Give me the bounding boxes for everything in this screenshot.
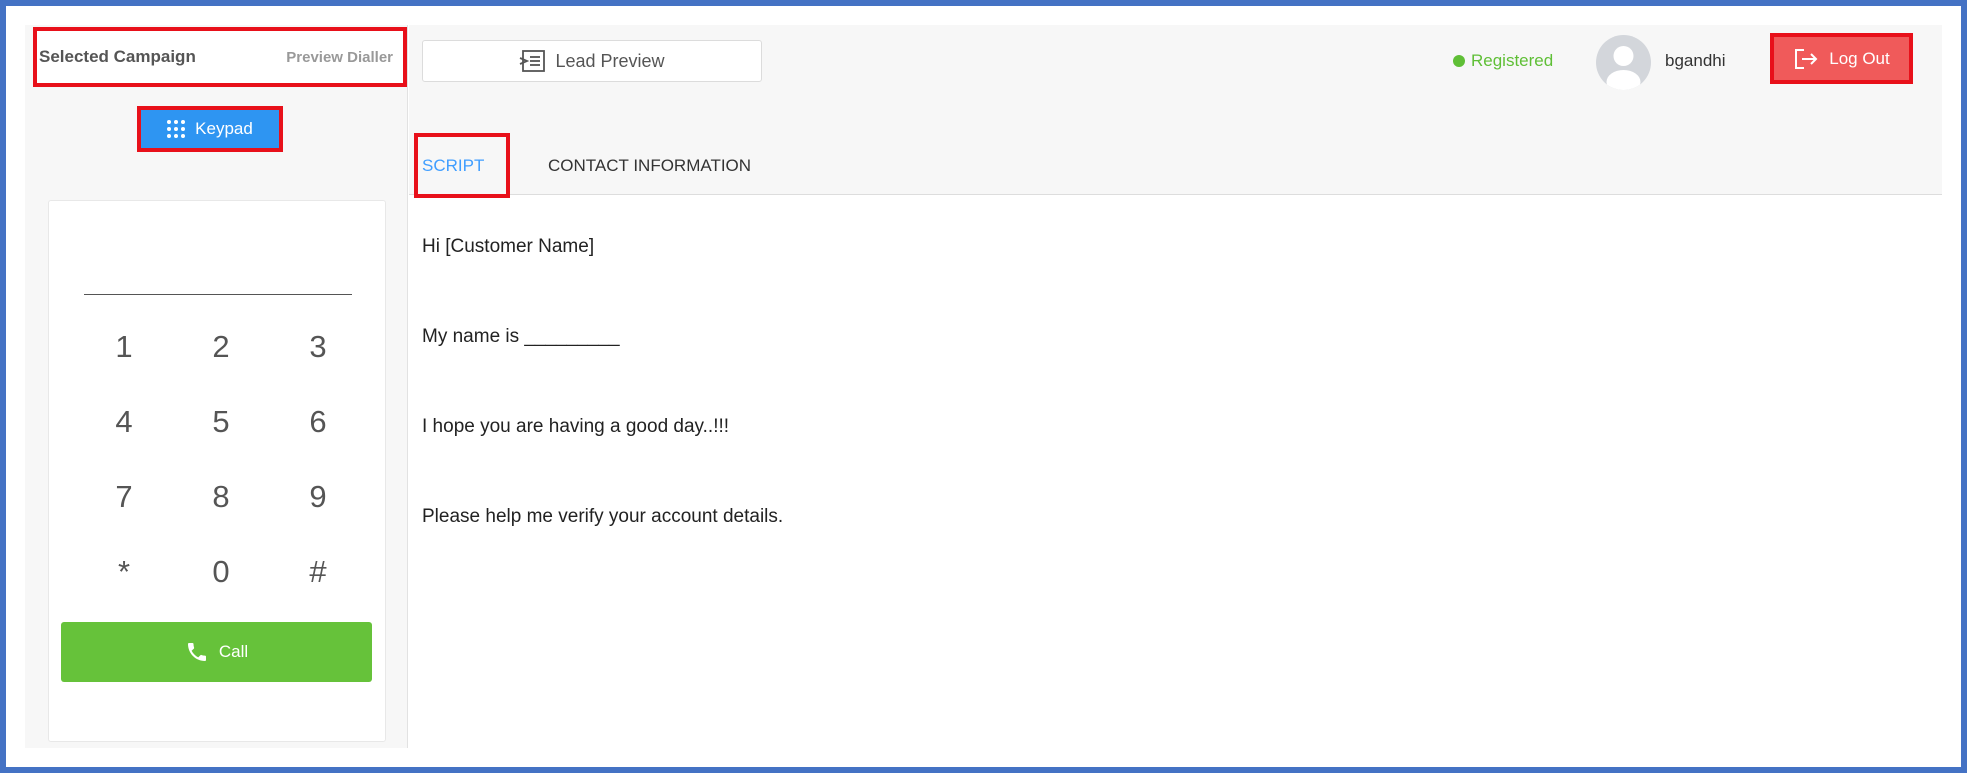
tab-script[interactable]: SCRIPT xyxy=(414,133,510,198)
dial-key-3[interactable]: 3 xyxy=(270,329,366,365)
registration-status: Registered xyxy=(1453,51,1553,71)
dial-key-9[interactable]: 9 xyxy=(270,479,366,515)
call-button[interactable]: Call xyxy=(61,622,372,682)
dial-row: 4 5 6 xyxy=(76,384,366,459)
script-line: Hi [Customer Name] xyxy=(422,236,595,257)
top-bar: Lead Preview Registered bgandhi Log Out … xyxy=(409,25,1942,198)
selected-campaign-panel[interactable]: Selected Campaign Preview Dialler xyxy=(33,27,407,87)
campaign-mode: Preview Dialler xyxy=(286,48,393,66)
phone-icon xyxy=(187,643,206,661)
logout-label: Log Out xyxy=(1829,48,1890,68)
script-line: I hope you are having a good day..!!! xyxy=(422,416,730,437)
lead-preview-button[interactable]: Lead Preview xyxy=(422,40,762,82)
dial-row: 1 2 3 xyxy=(76,309,366,384)
dial-key-hash[interactable]: # xyxy=(270,554,366,590)
dial-key-8[interactable]: 8 xyxy=(173,479,269,515)
username: bgandhi xyxy=(1665,51,1726,70)
dial-row: * 0 # xyxy=(76,534,366,609)
script-line: Please help me verify your account detai… xyxy=(422,506,784,527)
avatar[interactable] xyxy=(1596,35,1651,90)
dial-key-1[interactable]: 1 xyxy=(76,329,172,365)
script-content: Hi [Customer Name] My name is _________ … xyxy=(422,235,783,595)
campaign-title: Selected Campaign xyxy=(39,47,196,66)
dial-keys: 1 2 3 4 5 6 7 8 9 * 0 # xyxy=(76,309,366,609)
dial-key-6[interactable]: 6 xyxy=(270,404,366,440)
dial-key-0[interactable]: 0 xyxy=(173,554,269,590)
dial-key-4[interactable]: 4 xyxy=(76,404,172,440)
dial-row: 7 8 9 xyxy=(76,459,366,534)
logout-icon xyxy=(1795,48,1818,69)
logout-button[interactable]: Log Out xyxy=(1770,33,1913,84)
call-label: Call xyxy=(218,642,249,661)
dial-number-input[interactable] xyxy=(84,269,352,295)
lead-preview-label: Lead Preview xyxy=(555,50,665,71)
dial-key-star[interactable]: * xyxy=(76,554,172,590)
keypad-button[interactable]: Keypad xyxy=(137,106,283,152)
main-panel: Lead Preview Registered bgandhi Log Out … xyxy=(409,25,1942,748)
script-line: My name is _________ xyxy=(422,326,620,347)
keypad-grid-icon xyxy=(167,120,186,138)
status-dot-icon xyxy=(1453,55,1465,67)
lead-preview-icon xyxy=(520,50,546,72)
dialer-sidebar: Selected Campaign Preview Dialler Keypad… xyxy=(25,25,408,748)
dial-key-7[interactable]: 7 xyxy=(76,479,172,515)
dialpad: 1 2 3 4 5 6 7 8 9 * 0 # Call xyxy=(48,200,386,742)
status-text: Registered xyxy=(1471,51,1554,70)
user-avatar-icon xyxy=(1606,46,1641,90)
dial-key-5[interactable]: 5 xyxy=(173,404,269,440)
keypad-label: Keypad xyxy=(195,119,253,138)
tab-contact-information[interactable]: CONTACT INFORMATION xyxy=(544,137,751,194)
content-tabs: SCRIPT CONTACT INFORMATION xyxy=(414,133,751,198)
dial-key-2[interactable]: 2 xyxy=(173,329,269,365)
